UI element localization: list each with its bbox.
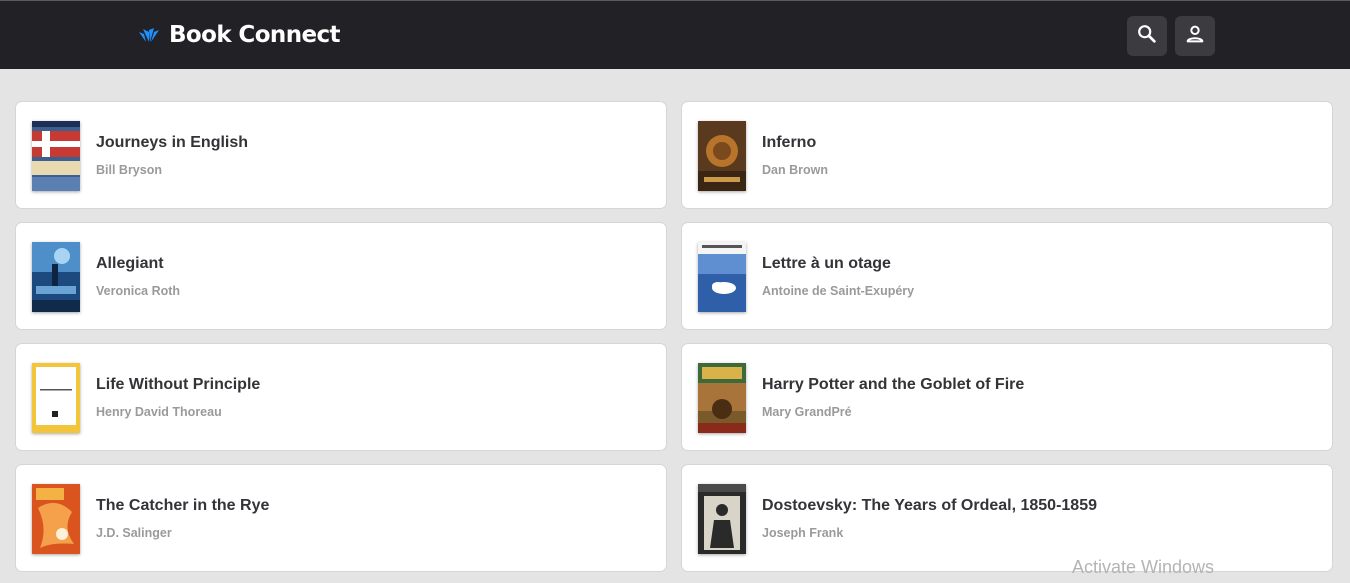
book-cover (698, 242, 746, 312)
brand-name: Book Connect (169, 22, 341, 48)
book-title: Allegiant (96, 255, 164, 272)
book-title: The Catcher in the Rye (96, 497, 270, 514)
account-button[interactable] (1175, 16, 1215, 56)
book-cover (32, 363, 80, 433)
book-author: Bill Bryson (96, 163, 162, 177)
book-card[interactable]: Lettre à un otage Antoine de Saint-Exupé… (681, 222, 1333, 330)
book-card[interactable]: Harry Potter and the Goblet of Fire Mary… (681, 343, 1333, 451)
book-cover (32, 484, 80, 554)
book-cover (32, 242, 80, 312)
activate-windows-watermark: Activate Windows (1072, 557, 1215, 577)
app-header: Book Connect (0, 0, 1350, 69)
book-author: Antoine de Saint-Exupéry (762, 284, 915, 298)
book-card[interactable]: Life Without Principle Henry David Thore… (15, 343, 667, 451)
book-title: Journeys in English (96, 134, 249, 151)
book-title: Dostoevsky: The Years of Ordeal, 1850-18… (762, 497, 1097, 514)
account-icon (1184, 23, 1206, 50)
book-card[interactable]: The Catcher in the Rye J.D. Salinger (15, 464, 667, 572)
book-title: Life Without Principle (96, 376, 261, 393)
book-title: Lettre à un otage (762, 255, 891, 272)
book-author: Joseph Frank (762, 526, 844, 540)
book-author: Dan Brown (762, 163, 828, 177)
book-cover (698, 121, 746, 191)
book-title: Harry Potter and the Goblet of Fire (762, 376, 1025, 393)
book-connect-logo-icon (137, 24, 161, 46)
book-card[interactable]: Journeys in English Bill Bryson (15, 101, 667, 209)
book-title: Inferno (762, 134, 817, 151)
brand[interactable]: Book Connect (137, 20, 341, 50)
book-cover (32, 121, 80, 191)
book-author: Veronica Roth (96, 284, 181, 298)
book-author: Mary GrandPré (762, 405, 852, 419)
book-cover (698, 484, 746, 554)
book-card[interactable]: Dostoevsky: The Years of Ordeal, 1850-18… (681, 464, 1333, 572)
book-card[interactable]: Inferno Dan Brown (681, 101, 1333, 209)
book-card[interactable]: Allegiant Veronica Roth (15, 222, 667, 330)
search-icon (1136, 23, 1158, 50)
book-cover (698, 363, 746, 433)
book-author: J.D. Salinger (96, 526, 172, 540)
book-author: Henry David Thoreau (96, 405, 222, 419)
search-button[interactable] (1127, 16, 1167, 56)
